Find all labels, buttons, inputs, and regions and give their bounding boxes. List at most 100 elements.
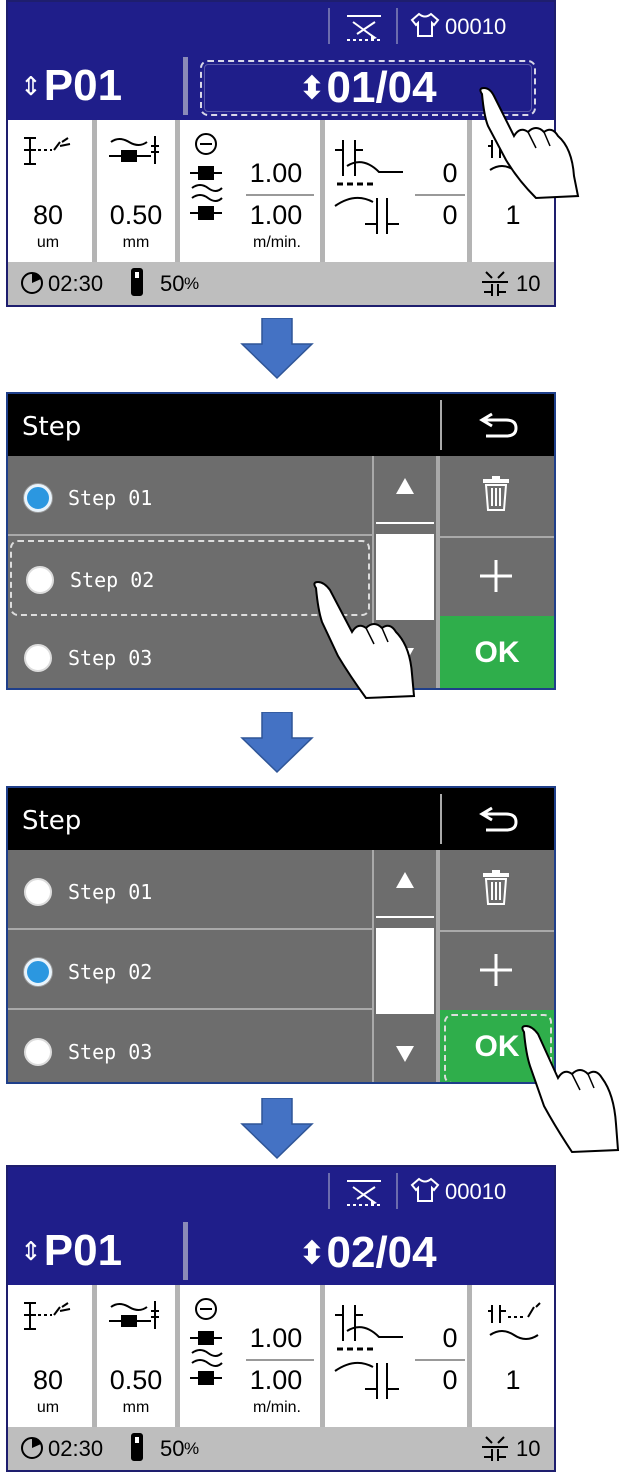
stitch-value: 80 [32,1365,64,1395]
arrow-up-icon[interactable] [396,872,414,888]
thread-unit: mm [122,234,150,251]
radio-unselected[interactable] [24,1038,52,1066]
add-button[interactable] [440,538,554,614]
step-dialog-select: Step Step 01 Step 02 Step 03 OK [6,392,556,690]
time-value: 02:30 [48,271,104,296]
dialog-header: Step [8,788,554,850]
delete-button[interactable] [440,458,554,534]
radio-selected[interactable] [24,484,52,512]
main-screen-after: 00010 ⇕ P01 ⬍ 02/04 80 um 0.50 mm 1.00 1… [6,1165,556,1472]
feed-speed-cell[interactable]: 1.00 1.00 m/min. [180,1285,320,1427]
ok-label: OK [474,636,520,669]
step-indicator: 02/04 [326,1228,437,1277]
step-indicator: 01/04 [326,63,437,112]
list-item[interactable]: Step 01 [8,458,372,536]
status-header: 00010 ⇕ P01 ⬍ 02/04 [8,1167,554,1285]
offset-icon [334,1305,403,1399]
divider [440,794,442,844]
back-button[interactable] [444,394,554,456]
list-item[interactable]: Step 01 [8,852,372,930]
dialog-title: Step [22,806,82,836]
list-item-label: Step 03 [68,646,153,670]
dialog-title: Step [22,412,82,442]
stitch-length-cell[interactable]: 80 um [8,120,88,262]
offset-lower-value: 0 [442,200,458,230]
step-selector-button[interactable]: ⬍ 02/04 [200,1225,536,1281]
percent-unit: % [184,274,200,293]
thread-value: 0.50 [109,1365,163,1395]
stitch-count-icon [482,1436,508,1461]
stitch-length-cell[interactable]: 80 um [8,1285,88,1427]
offset-cell[interactable]: 0 0 [325,120,467,262]
program-selector[interactable]: ⇕ P01 [20,60,122,112]
scrollbar[interactable] [374,850,436,1082]
hand-pointer-icon [313,580,416,700]
stitch-icon [24,1302,71,1330]
updown-icon: ⬍ [299,1236,325,1270]
list-item[interactable]: Step 02 [8,932,372,1010]
stitch-counter: 00010 [445,14,507,39]
offset-upper-value: 0 [442,1323,458,1353]
shirt-icon [410,1177,440,1202]
divider [396,1173,398,1209]
divider [376,916,434,918]
thread-tension-cell[interactable]: 0.50 mm [97,120,175,262]
percent-value: 50 [160,271,185,296]
thread-tension-icon [109,1301,159,1329]
list-item[interactable]: Step 03 [8,1012,372,1082]
radio-unselected[interactable] [26,566,54,594]
stitch-unit: um [36,234,60,251]
radio-unselected[interactable] [24,878,52,906]
trash-icon [483,476,509,511]
stitch-count-value: 10 [516,1436,541,1461]
needle-threading-icon[interactable] [345,1175,383,1207]
radio-selected[interactable] [24,958,52,986]
feed-upper-value: 1.00 [249,1323,303,1353]
divider [415,194,465,196]
divider [183,57,188,115]
dialog-header: Step [8,394,554,456]
feed-unit: m/min. [253,1399,301,1416]
divider [415,1359,465,1361]
ok-button[interactable]: OK [440,616,554,688]
stitch-unit: um [36,1399,60,1416]
thermometer-icon [131,1433,143,1461]
feed-speed-cell[interactable]: 1.00 1.00 m/min. [180,120,320,262]
hand-pointer-icon [521,1024,620,1154]
stitch-count-icon [482,271,508,296]
scroll-thumb[interactable] [376,928,434,1014]
offset-cell[interactable]: 0 0 [325,1285,467,1427]
program-name: P01 [43,1226,123,1275]
updown-icon: ⇕ [20,1236,42,1266]
delete-button[interactable] [440,852,554,928]
list-item-label: Step 02 [68,960,153,984]
last-param-cell[interactable]: 1 [472,1285,554,1427]
time-value: 02:30 [48,1436,104,1461]
feed-lower-value: 1.00 [249,200,303,230]
needle-threading-icon[interactable] [345,10,383,42]
arrow-down-icon[interactable] [396,1046,414,1062]
offset-upper-value: 0 [442,158,458,188]
feed-speed-icon [190,133,223,220]
feed-speed-icon [190,1298,223,1385]
back-icon [479,806,518,832]
thread-value: 0.50 [109,200,163,230]
arrow-up-icon[interactable] [396,478,414,494]
divider [328,8,330,44]
thread-tension-cell[interactable]: 0.50 mm [97,1285,175,1427]
stitch-icon [24,137,71,165]
status-header: 00010 ⇕ P01 ⬍ 01/04 [8,2,554,120]
program-selector[interactable]: ⇕ P01 [20,1225,122,1277]
feed-unit: m/min. [253,234,301,251]
thermometer-icon [131,268,143,296]
flow-arrow [240,1098,314,1160]
back-button[interactable] [444,788,554,850]
add-button[interactable] [440,932,554,1008]
radio-unselected[interactable] [24,644,52,672]
program-name: P01 [43,61,123,110]
clock-icon [21,272,43,294]
step-dialog-confirm: Step Step 01 Step 02 Step 03 OK [6,786,556,1084]
updown-icon: ⇕ [20,71,42,101]
feed-upper-value: 1.00 [249,158,303,188]
list-item-label: Step 01 [68,880,153,904]
